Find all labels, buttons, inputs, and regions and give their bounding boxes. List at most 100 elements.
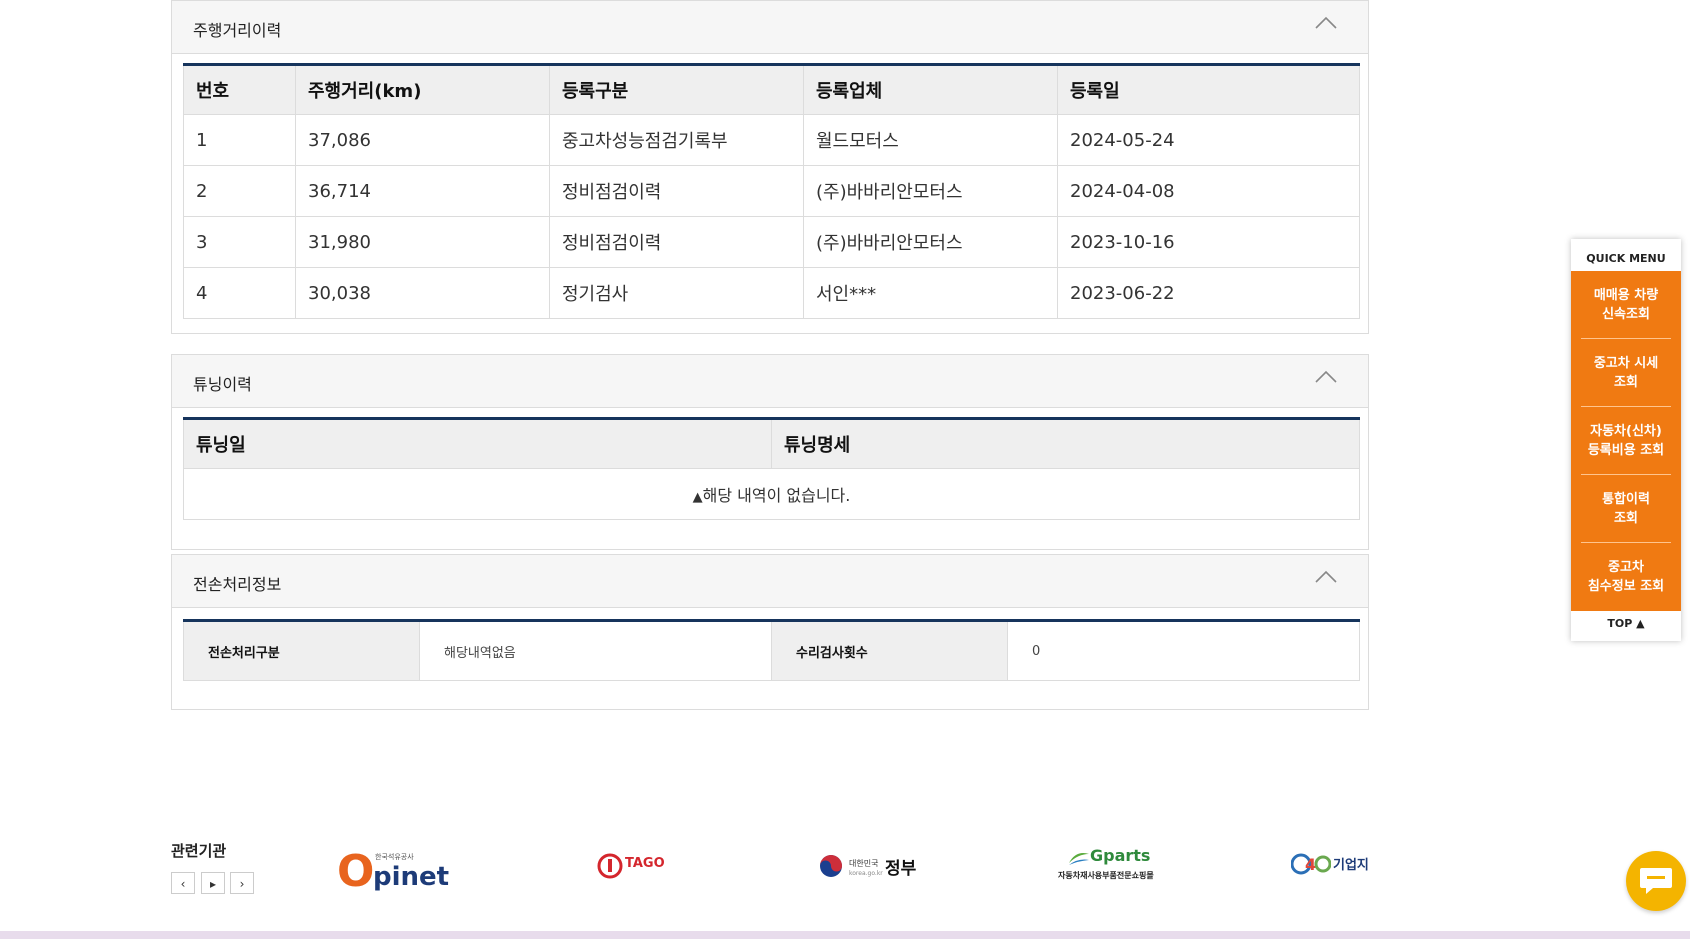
opinet-o-icon: O xyxy=(337,846,375,897)
carousel-prev-button[interactable]: ‹ xyxy=(171,872,195,894)
section-title: 전손처리정보 xyxy=(193,575,282,594)
gov-sub-label: korea.go.kr xyxy=(849,870,883,877)
quick-menu-item-label: 신속조회 xyxy=(1602,306,1650,322)
table-cell: 2 xyxy=(183,165,296,217)
opinet-org-label: 한국석유공사 xyxy=(375,853,414,861)
quick-menu: QUICK MENU 매매용 차량신속조회 중고차 시세조회 자동차(신차) 등록… xyxy=(1571,239,1681,641)
table-row: 1 37,086 중고차성능점검기록부 월드모터스 2024-05-24 xyxy=(183,114,1360,166)
quick-menu-item-label: 등록비용 조회 xyxy=(1587,442,1665,458)
footer-bar xyxy=(0,931,1690,939)
quick-menu-item-label: 조회 xyxy=(1614,510,1638,526)
total-loss-section: 전손처리정보 전손처리구분 해당내역없음 수리검사횟수 0 xyxy=(171,554,1369,710)
related-orgs-label: 관련기관 xyxy=(171,842,227,860)
chevron-up-icon[interactable] xyxy=(1314,369,1338,383)
g4b-logo[interactable]: 4 기업지원 xyxy=(1291,850,1369,882)
gparts-swoosh-icon xyxy=(1069,853,1089,865)
table-cell: 1 xyxy=(183,114,296,166)
table-cell: 2024-04-08 xyxy=(1057,165,1360,217)
taegeuk-icon xyxy=(820,855,842,877)
table-cell: 37,086 xyxy=(295,114,550,166)
repair-inspection-count-value: 0 xyxy=(1007,620,1360,681)
gparts-logo[interactable]: Gparts 자동차재사용부품전문쇼핑몰 xyxy=(1058,846,1168,882)
g4b-icon: 4 xyxy=(1291,853,1331,875)
total-loss-table: 전손처리구분 해당내역없음 수리검사횟수 0 xyxy=(183,619,1360,681)
opinet-label: pinet xyxy=(373,862,450,892)
quick-menu-title: QUICK MENU xyxy=(1586,252,1666,265)
carousel-next-button[interactable]: › xyxy=(230,872,254,894)
chevron-up-icon[interactable] xyxy=(1314,569,1338,583)
column-header: 등록구분 xyxy=(549,64,804,115)
repair-inspection-count-label: 수리검사횟수 xyxy=(771,620,1008,681)
tago-label: TAGO xyxy=(625,856,665,871)
column-header: 주행거리(km) xyxy=(295,64,550,115)
table-cell: 2023-10-16 xyxy=(1057,216,1360,268)
table-row: ▲해당 내역이 없습니다. xyxy=(183,468,1360,520)
quick-menu-item-label: 중고차 xyxy=(1608,560,1644,575)
empty-message: ▲해당 내역이 없습니다. xyxy=(183,468,1360,520)
tuning-table: 튜닝일 튜닝명세 ▲해당 내역이 없습니다. xyxy=(183,417,1360,520)
table-row: 2 36,714 정비점검이력 (주)바바리안모터스 2024-04-08 xyxy=(183,165,1360,217)
korea-gov-logo[interactable]: 대한민국 korea.go.kr 정부 xyxy=(819,852,929,882)
section-title: 주행거리이력 xyxy=(193,21,282,40)
quick-menu-item-market-price[interactable]: 중고차 시세조회 xyxy=(1581,339,1671,407)
total-loss-type-label: 전손처리구분 xyxy=(183,620,420,681)
mileage-section: 주행거리이력 번호 주행거리(km) 등록구분 등록업체 등록일 1 37,08… xyxy=(171,0,1369,334)
gov-label: 정부 xyxy=(885,859,917,879)
quick-menu-item-label: 침수정보 조회 xyxy=(1587,579,1665,594)
table-cell: 4 xyxy=(183,267,296,319)
column-header: 번호 xyxy=(183,64,296,115)
quick-menu-item-label: 통합이력 xyxy=(1602,491,1650,507)
tuning-section-header[interactable]: 튜닝이력 xyxy=(172,355,1368,408)
table-cell: 서인*** xyxy=(803,267,1058,319)
table-header-row: 번호 주행거리(km) 등록구분 등록업체 등록일 xyxy=(183,64,1360,115)
gov-small-label: 대한민국 xyxy=(849,859,879,868)
gparts-label: Gparts xyxy=(1090,846,1151,865)
total-loss-type-value: 해당내역없음 xyxy=(419,620,772,681)
table-row: 4 30,038 정기검사 서인*** 2023-06-22 xyxy=(183,267,1360,319)
table-cell: 30,038 xyxy=(295,267,550,319)
table-row: 전손처리구분 해당내역없음 수리검사횟수 0 xyxy=(183,620,1360,681)
table-cell: 31,980 xyxy=(295,216,550,268)
table-cell: 정비점검이력 xyxy=(549,165,804,217)
quick-menu-item-fast-lookup[interactable]: 매매용 차량신속조회 xyxy=(1581,271,1671,339)
table-cell: 월드모터스 xyxy=(803,114,1058,166)
chat-button[interactable] xyxy=(1626,851,1686,911)
warning-icon: ▲ xyxy=(692,490,703,505)
quick-menu-item-label: 중고차 시세 xyxy=(1593,355,1659,371)
quick-menu-item-integrated-history[interactable]: 통합이력조회 xyxy=(1581,475,1671,543)
column-header: 등록일 xyxy=(1057,64,1360,115)
carousel-play-button[interactable]: ▸ xyxy=(201,872,225,894)
quick-menu-item-label: 조회 xyxy=(1614,374,1638,390)
quick-menu-item-label: 자동차(신차) xyxy=(1590,423,1662,439)
chat-bubble-icon xyxy=(1640,868,1672,894)
tago-logo[interactable]: TAGO xyxy=(597,852,667,882)
quick-menu-item-registration-cost[interactable]: 자동차(신차) 등록비용 조회 xyxy=(1581,407,1671,475)
gparts-sub-label: 자동차재사용부품전문쇼핑몰 xyxy=(1058,871,1154,880)
column-header: 튜닝일 xyxy=(183,418,772,469)
table-cell: (주)바바리안모터스 xyxy=(803,216,1058,268)
scroll-top-button[interactable]: TOP ▲ xyxy=(1571,611,1681,637)
total-loss-section-header[interactable]: 전손처리정보 xyxy=(172,555,1368,608)
quick-menu-item-label: 매매용 차량 xyxy=(1593,287,1659,303)
column-header: 튜닝명세 xyxy=(771,418,1360,469)
chevron-up-icon[interactable] xyxy=(1314,15,1338,29)
mileage-section-header[interactable]: 주행거리이력 xyxy=(172,1,1368,54)
empty-text: 해당 내역이 없습니다. xyxy=(702,486,851,505)
section-title: 튜닝이력 xyxy=(193,375,252,394)
g4b-label: 기업지원 xyxy=(1333,858,1369,873)
table-cell: 3 xyxy=(183,216,296,268)
mileage-table: 번호 주행거리(km) 등록구분 등록업체 등록일 1 37,086 중고차성능… xyxy=(183,63,1360,319)
table-row: 3 31,980 정비점검이력 (주)바바리안모터스 2023-10-16 xyxy=(183,216,1360,268)
column-header: 등록업체 xyxy=(803,64,1058,115)
table-cell: 정비점검이력 xyxy=(549,216,804,268)
tago-circle-icon xyxy=(597,853,623,879)
table-header-row: 튜닝일 튜닝명세 xyxy=(183,418,1360,469)
table-cell: 2023-06-22 xyxy=(1057,267,1360,319)
table-cell: 중고차성능점검기록부 xyxy=(549,114,804,166)
table-cell: 2024-05-24 xyxy=(1057,114,1360,166)
table-cell: (주)바바리안모터스 xyxy=(803,165,1058,217)
table-cell: 정기검사 xyxy=(549,267,804,319)
tuning-section: 튜닝이력 튜닝일 튜닝명세 ▲해당 내역이 없습니다. xyxy=(171,354,1369,550)
quick-menu-item-flood-info[interactable]: 중고차침수정보 조회 xyxy=(1581,543,1671,611)
opinet-logo[interactable]: O 한국석유공사 pinet xyxy=(337,848,457,898)
